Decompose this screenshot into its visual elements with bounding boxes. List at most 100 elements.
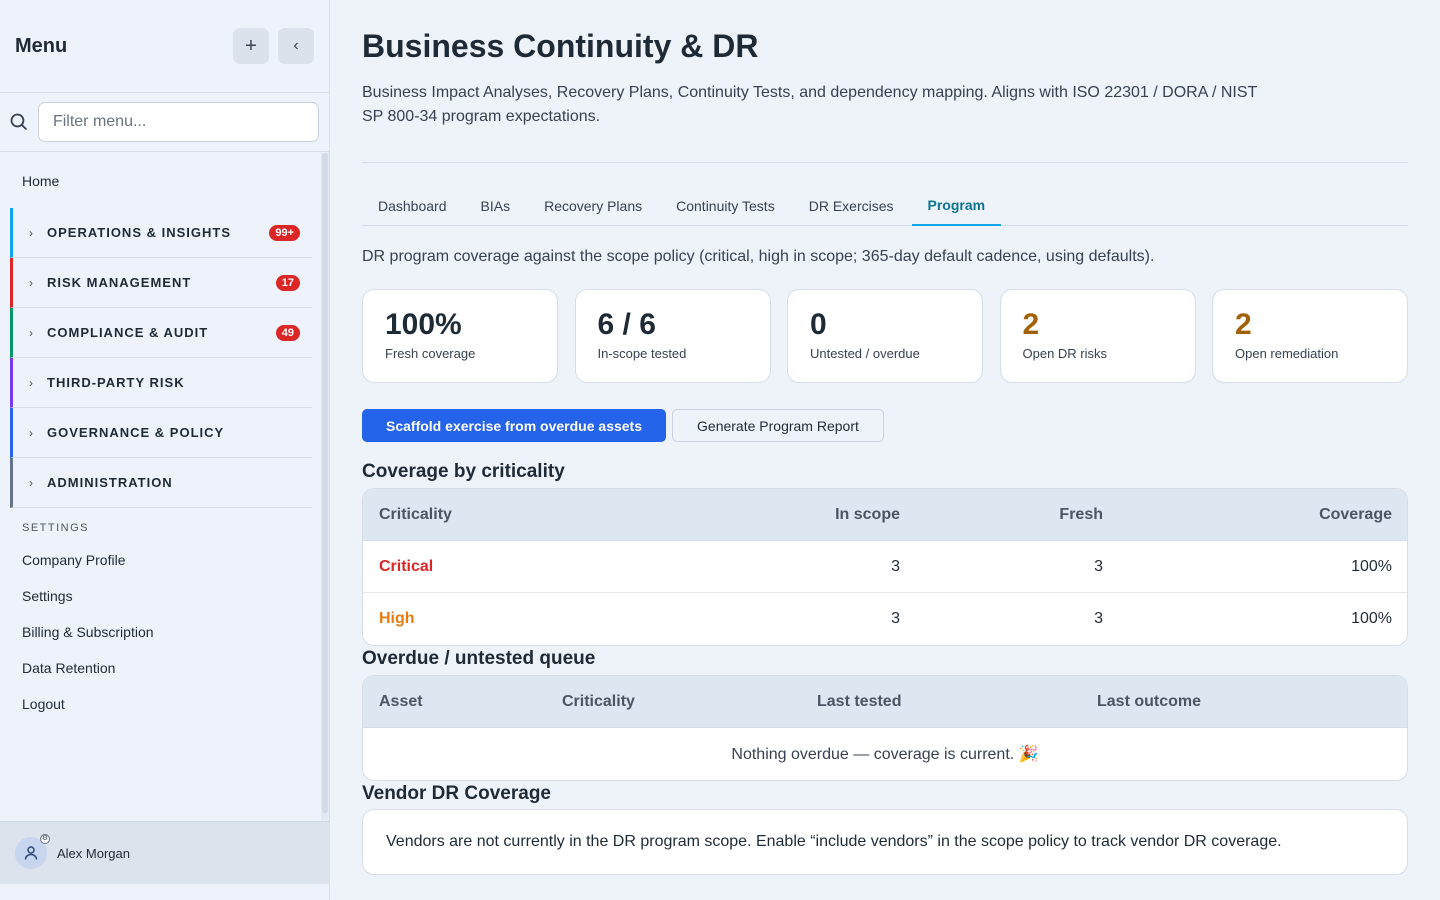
- sidebar-title: Menu: [15, 34, 68, 57]
- tab-bias[interactable]: BIAs: [465, 186, 527, 226]
- nav-home[interactable]: Home: [0, 153, 322, 208]
- stat-value: 2: [1235, 308, 1252, 341]
- stat-value: 100%: [385, 308, 462, 341]
- chevron-right-icon: ›: [29, 275, 33, 290]
- chevron-right-icon: ›: [29, 475, 33, 490]
- column-header: Criticality: [379, 505, 452, 523]
- coverage-title: Coverage by criticality: [362, 461, 565, 482]
- nav-company-profile[interactable]: Company Profile: [0, 542, 322, 578]
- coverage-cell: 100%: [1351, 610, 1392, 627]
- column-header: Last tested: [817, 692, 902, 710]
- stat-cards: 100% Fresh coverage 6 / 6 In-scope teste…: [362, 289, 1408, 383]
- tab-program[interactable]: Program: [911, 186, 1002, 226]
- tab-bar: Dashboard BIAs Recovery Plans Continuity…: [362, 186, 1408, 226]
- table-header: Criticality In scope Fresh Coverage: [363, 489, 1407, 541]
- stat-open-dr-risks: 2 Open DR risks: [999, 289, 1196, 383]
- nav-group-label: ADMINISTRATION: [47, 475, 173, 490]
- column-header: Fresh: [1059, 505, 1103, 523]
- table-row: High 3 3 100%: [363, 593, 1407, 645]
- search-icon: [10, 113, 28, 131]
- sidebar-scrollbar[interactable]: [321, 153, 329, 821]
- nav-data-retention[interactable]: Data Retention: [0, 650, 322, 686]
- chevron-right-icon: ›: [29, 375, 33, 390]
- sidebar-header: Menu + ‹: [0, 0, 329, 93]
- nav-group-label: THIRD-PARTY RISK: [47, 375, 185, 390]
- page-description: Business Impact Analyses, Recovery Plans…: [362, 84, 1257, 125]
- criticality-cell: High: [379, 610, 415, 627]
- nav-group-label: COMPLIANCE & AUDIT: [47, 325, 209, 340]
- nav-group-compliance-audit[interactable]: › COMPLIANCE & AUDIT 49: [10, 308, 312, 358]
- stat-value: 2: [1022, 308, 1040, 341]
- nav-group-label: GOVERNANCE & POLICY: [47, 425, 225, 440]
- chevron-right-icon: ›: [29, 325, 33, 340]
- fresh-cell: 3: [1094, 610, 1103, 627]
- column-header: Asset: [379, 692, 423, 710]
- tab-recovery-plans[interactable]: Recovery Plans: [528, 186, 658, 226]
- chevron-left-icon: ‹: [293, 37, 299, 54]
- count-badge: 17: [275, 274, 300, 291]
- tab-dr-exercises[interactable]: DR Exercises: [793, 186, 910, 226]
- table-row: Critical 3 3 100%: [363, 541, 1407, 593]
- coverage-table: Criticality In scope Fresh Coverage Crit…: [362, 488, 1408, 646]
- gear-icon: ⚙: [40, 834, 50, 844]
- stat-fresh-coverage: 100% Fresh coverage: [362, 289, 558, 383]
- tab-continuity-tests[interactable]: Continuity Tests: [660, 186, 791, 226]
- nav-group-governance-policy[interactable]: › GOVERNANCE & POLICY: [10, 408, 312, 458]
- stat-untested-overdue: 0 Untested / overdue: [787, 289, 983, 383]
- empty-state: Nothing overdue — coverage is current. 🎉: [731, 746, 1039, 763]
- stat-label: Open DR risks: [1022, 346, 1108, 361]
- stat-label: Open remediation: [1235, 346, 1339, 361]
- vendor-title: Vendor DR Coverage: [362, 783, 551, 804]
- nav-billing-subscription[interactable]: Billing & Subscription: [0, 614, 322, 650]
- stat-open-remediation: 2 Open remediation: [1212, 289, 1408, 383]
- column-header: Coverage: [1319, 505, 1392, 523]
- stat-label: Untested / overdue: [810, 346, 920, 361]
- in-scope-cell: 3: [891, 610, 900, 627]
- stat-label: In-scope tested: [597, 346, 687, 361]
- nav-group-operations-insights[interactable]: › OPERATIONS & INSIGHTS 99+: [10, 208, 312, 258]
- add-button[interactable]: +: [233, 28, 269, 64]
- stat-label: Fresh coverage: [385, 346, 476, 361]
- table-header: Asset Criticality Last tested Last outco…: [363, 676, 1407, 728]
- scrollbar-thumb[interactable]: [322, 153, 328, 813]
- nav-group-third-party-risk[interactable]: › THIRD-PARTY RISK: [10, 358, 312, 408]
- column-header: Last outcome: [1097, 692, 1202, 710]
- scaffold-exercise-button[interactable]: Scaffold exercise from overdue assets: [362, 409, 667, 442]
- avatar[interactable]: ⚙: [15, 834, 50, 869]
- vendor-coverage-notice: Vendors are not currently in the DR prog…: [362, 809, 1408, 875]
- criticality-cell: Critical: [379, 557, 434, 575]
- action-buttons: Scaffold exercise from overdue assets Ge…: [362, 409, 884, 442]
- chevron-right-icon: ›: [29, 425, 33, 440]
- stat-in-scope-tested: 6 / 6 In-scope tested: [574, 289, 771, 383]
- collapse-sidebar-button[interactable]: ‹: [278, 28, 314, 64]
- program-intro: DR program coverage against the scope po…: [362, 248, 1155, 265]
- nav-settings[interactable]: Settings: [0, 578, 322, 614]
- overdue-table: Asset Criticality Last tested Last outco…: [362, 675, 1408, 781]
- coverage-cell: 100%: [1351, 557, 1392, 575]
- filter-menu-input[interactable]: Filter menu...: [37, 102, 319, 142]
- filter-row: Filter menu...: [0, 93, 329, 152]
- nav-logout[interactable]: Logout: [0, 686, 322, 722]
- count-badge: 99+: [269, 224, 300, 241]
- nav-group-risk-management[interactable]: › RISK MANAGEMENT 17: [10, 258, 312, 308]
- user-name: Alex Morgan: [57, 845, 130, 861]
- fresh-cell: 3: [1094, 557, 1103, 575]
- chevron-right-icon: ›: [29, 225, 33, 240]
- sidebar-nav: Home › OPERATIONS & INSIGHTS 99+ › RISK …: [0, 153, 322, 821]
- stat-value: 0: [810, 308, 827, 341]
- sidebar: Menu + ‹ Filter menu... Home › OPERATION…: [0, 0, 330, 900]
- in-scope-cell: 3: [891, 557, 900, 575]
- page-title: Business Continuity & DR: [362, 28, 759, 64]
- settings-heading: SETTINGS: [22, 522, 90, 534]
- count-badge: 49: [275, 324, 300, 341]
- stat-value: 6 / 6: [597, 308, 656, 341]
- tab-dashboard[interactable]: Dashboard: [362, 186, 463, 226]
- user-bar[interactable]: ⚙ Alex Morgan: [0, 821, 330, 884]
- header-divider: [362, 162, 1408, 163]
- overdue-title: Overdue / untested queue: [362, 648, 596, 669]
- generate-report-button[interactable]: Generate Program Report: [672, 409, 884, 442]
- nav-group-administration[interactable]: › ADMINISTRATION: [10, 458, 312, 508]
- column-header: Criticality: [562, 692, 635, 710]
- column-header: In scope: [835, 505, 900, 523]
- nav-group-label: OPERATIONS & INSIGHTS: [47, 225, 231, 240]
